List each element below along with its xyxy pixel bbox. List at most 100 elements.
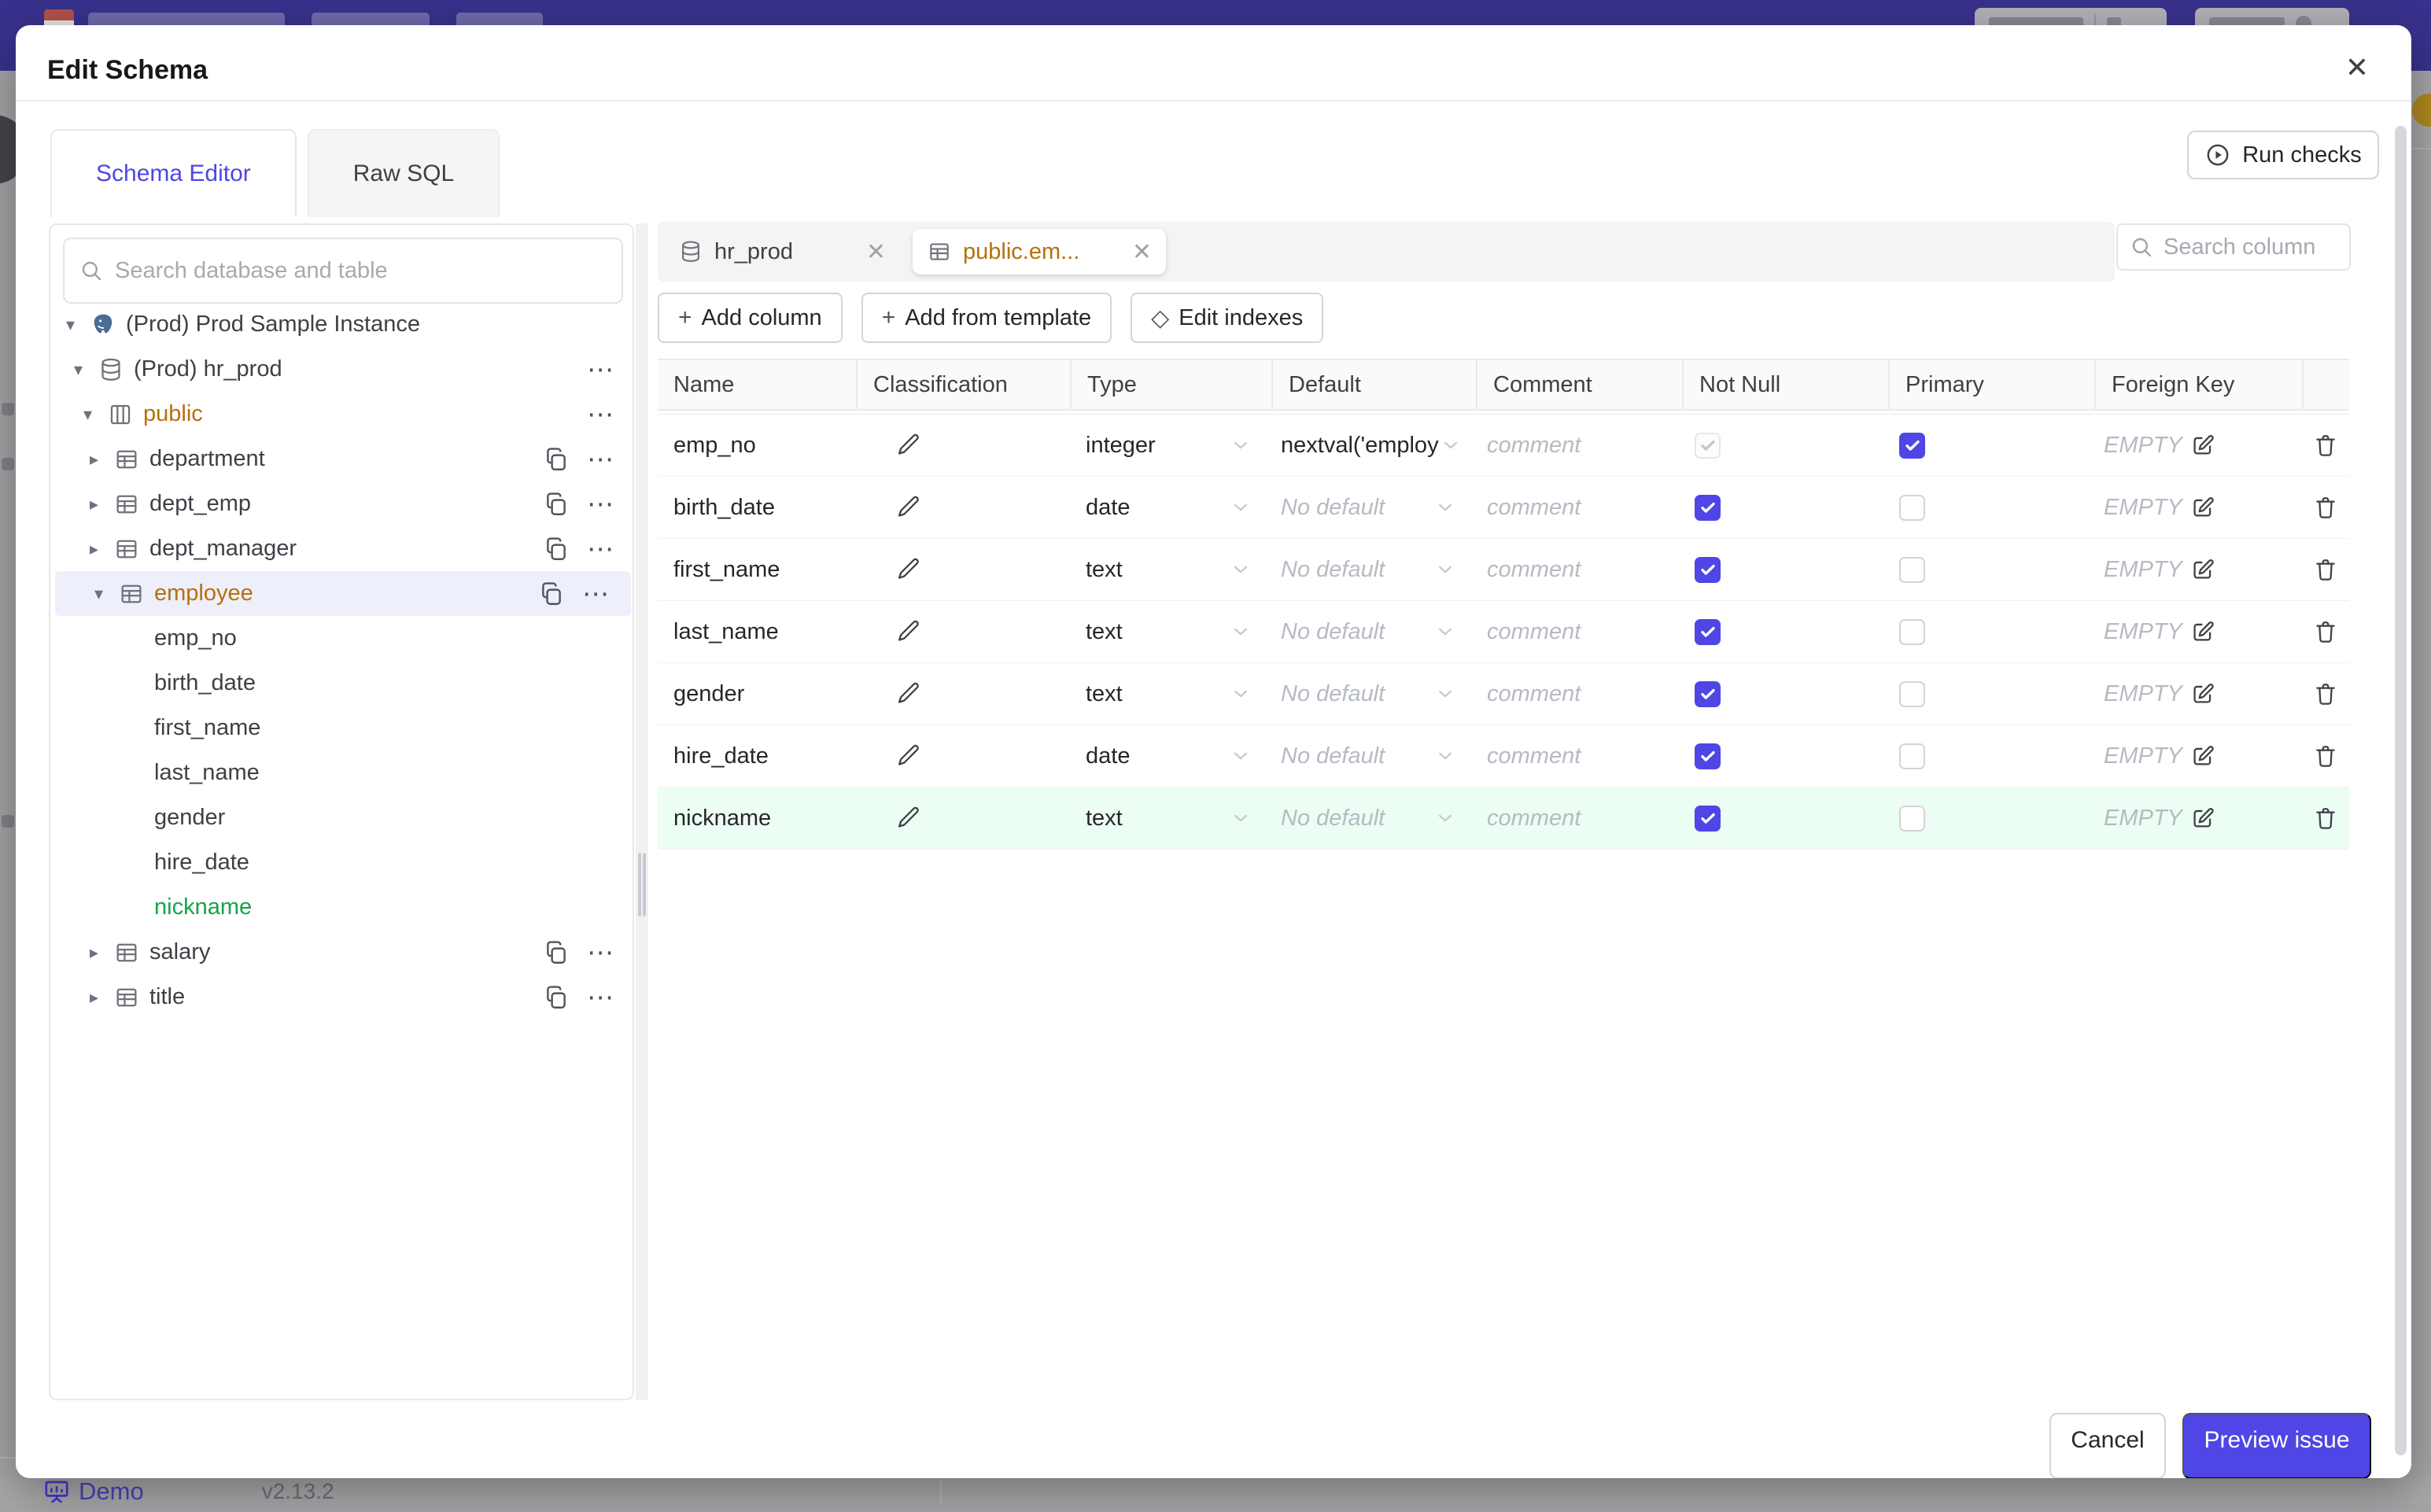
edit-indexes-button[interactable]: ◇ Edit indexes xyxy=(1131,293,1324,343)
default-cell[interactable]: No default xyxy=(1271,681,1476,707)
comment-cell[interactable]: comment xyxy=(1476,557,1682,583)
type-cell[interactable]: text xyxy=(1070,806,1271,832)
trash-icon[interactable] xyxy=(2312,805,2339,832)
trash-icon[interactable] xyxy=(2312,680,2339,707)
more-menu-icon[interactable]: ⋯ xyxy=(587,356,615,383)
default-cell[interactable]: No default xyxy=(1271,806,1476,832)
caret-right-icon[interactable]: ▸ xyxy=(90,449,113,470)
trash-icon[interactable] xyxy=(2312,743,2339,769)
not-null-checkbox[interactable] xyxy=(1695,805,1721,832)
copy-icon[interactable] xyxy=(543,446,570,473)
trash-icon[interactable] xyxy=(2312,556,2339,583)
not-null-checkbox[interactable] xyxy=(1695,556,1721,583)
add-column-button[interactable]: + Add column xyxy=(658,293,843,343)
close-chip-icon[interactable]: ✕ xyxy=(1132,238,1152,266)
close-chip-icon[interactable]: ✕ xyxy=(866,238,886,266)
tree-item-public[interactable]: ▾ public ⋯ xyxy=(50,392,636,437)
tree-item-gender[interactable]: gender xyxy=(50,795,636,840)
more-menu-icon[interactable]: ⋯ xyxy=(587,984,615,1011)
type-cell[interactable]: text xyxy=(1070,557,1271,583)
more-menu-icon[interactable]: ⋯ xyxy=(582,581,611,607)
pencil-icon[interactable] xyxy=(895,743,922,769)
copy-icon[interactable] xyxy=(543,984,570,1011)
primary-checkbox[interactable] xyxy=(1899,556,1925,583)
primary-checkbox[interactable] xyxy=(1899,805,1925,832)
not-null-checkbox[interactable] xyxy=(1695,432,1721,459)
demo-link[interactable]: Demo xyxy=(79,1477,144,1506)
not-null-checkbox[interactable] xyxy=(1695,618,1721,645)
caret-down-icon[interactable]: ▾ xyxy=(83,404,107,425)
trash-icon[interactable] xyxy=(2312,494,2339,521)
default-cell[interactable]: No default xyxy=(1271,743,1476,769)
tree-item-birth-date[interactable]: birth_date xyxy=(50,661,636,706)
column-name-cell[interactable]: first_name xyxy=(658,557,856,583)
type-cell[interactable]: date xyxy=(1070,495,1271,521)
tab-schema-editor[interactable]: Schema Editor xyxy=(50,129,297,217)
column-name-cell[interactable]: nickname xyxy=(658,806,856,832)
column-name-cell[interactable]: gender xyxy=(658,681,856,707)
caret-right-icon[interactable]: ▸ xyxy=(90,539,113,559)
tree-item-last-name[interactable]: last_name xyxy=(50,750,636,795)
copy-icon[interactable] xyxy=(543,491,570,518)
tree-item-first-name[interactable]: first_name xyxy=(50,706,636,750)
panel-resize-gutter[interactable] xyxy=(636,223,648,1400)
edit-foreign-key-icon[interactable] xyxy=(2190,806,2215,831)
comment-cell[interactable]: comment xyxy=(1476,806,1682,832)
not-null-checkbox[interactable] xyxy=(1695,680,1721,707)
pencil-icon[interactable] xyxy=(895,494,922,521)
type-cell[interactable]: date xyxy=(1070,743,1271,769)
copy-icon[interactable] xyxy=(543,536,570,562)
more-menu-icon[interactable]: ⋯ xyxy=(587,446,615,473)
cancel-button[interactable]: Cancel xyxy=(2049,1413,2166,1478)
column-name-cell[interactable]: emp_no xyxy=(658,433,856,459)
type-cell[interactable]: text xyxy=(1070,681,1271,707)
close-icon[interactable]: ✕ xyxy=(2337,47,2378,88)
run-checks-button[interactable]: Run checks xyxy=(2187,131,2379,179)
tree-item-department[interactable]: ▸ department ⋯ xyxy=(50,437,636,481)
pencil-icon[interactable] xyxy=(895,680,922,707)
preview-issue-button[interactable]: Preview issue xyxy=(2182,1413,2371,1478)
caret-down-icon[interactable]: ▾ xyxy=(66,315,90,335)
tree-item-dept-manager[interactable]: ▸ dept_manager ⋯ xyxy=(50,526,636,571)
more-menu-icon[interactable]: ⋯ xyxy=(587,401,615,428)
copy-icon[interactable] xyxy=(538,581,565,607)
edit-foreign-key-icon[interactable] xyxy=(2190,743,2215,769)
comment-cell[interactable]: comment xyxy=(1476,495,1682,521)
caret-right-icon[interactable]: ▸ xyxy=(90,494,113,514)
tab-chip-public-em[interactable]: public.em... ✕ xyxy=(913,229,1166,275)
type-cell[interactable]: text xyxy=(1070,619,1271,645)
comment-cell[interactable]: comment xyxy=(1476,433,1682,459)
tree-item-title[interactable]: ▸ title ⋯ xyxy=(50,975,636,1020)
more-menu-icon[interactable]: ⋯ xyxy=(587,536,615,562)
add-from-template-button[interactable]: + Add from template xyxy=(861,293,1112,343)
pencil-icon[interactable] xyxy=(895,618,922,645)
edit-foreign-key-icon[interactable] xyxy=(2190,433,2215,458)
not-null-checkbox[interactable] xyxy=(1695,743,1721,769)
default-cell[interactable]: No default xyxy=(1271,557,1476,583)
caret-down-icon[interactable]: ▾ xyxy=(94,584,118,604)
column-name-cell[interactable]: hire_date xyxy=(658,743,856,769)
edit-foreign-key-icon[interactable] xyxy=(2190,619,2215,644)
tree-item-prod-prod-sample-instance[interactable]: ▾ (Prod) Prod Sample Instance xyxy=(50,302,636,347)
comment-cell[interactable]: comment xyxy=(1476,743,1682,769)
type-cell[interactable]: integer xyxy=(1070,433,1271,459)
caret-down-icon[interactable]: ▾ xyxy=(74,360,98,380)
default-cell[interactable]: No default xyxy=(1271,619,1476,645)
pencil-icon[interactable] xyxy=(895,805,922,832)
tree-item-nickname[interactable]: nickname xyxy=(50,885,636,930)
primary-checkbox[interactable] xyxy=(1899,494,1925,521)
primary-checkbox[interactable] xyxy=(1899,432,1925,459)
edit-foreign-key-icon[interactable] xyxy=(2190,681,2215,706)
default-cell[interactable]: No default xyxy=(1271,495,1476,521)
column-name-cell[interactable]: birth_date xyxy=(658,495,856,521)
trash-icon[interactable] xyxy=(2312,432,2339,459)
column-search-input[interactable] xyxy=(2164,234,2338,260)
caret-right-icon[interactable]: ▸ xyxy=(90,942,113,963)
tree-item-prod-hr-prod[interactable]: ▾ (Prod) hr_prod ⋯ xyxy=(50,347,636,392)
edit-foreign-key-icon[interactable] xyxy=(2190,495,2215,520)
primary-checkbox[interactable] xyxy=(1899,618,1925,645)
primary-checkbox[interactable] xyxy=(1899,743,1925,769)
tree-item-hire-date[interactable]: hire_date xyxy=(50,840,636,885)
tree-item-dept-emp[interactable]: ▸ dept_emp ⋯ xyxy=(50,481,636,526)
pencil-icon[interactable] xyxy=(895,432,922,459)
